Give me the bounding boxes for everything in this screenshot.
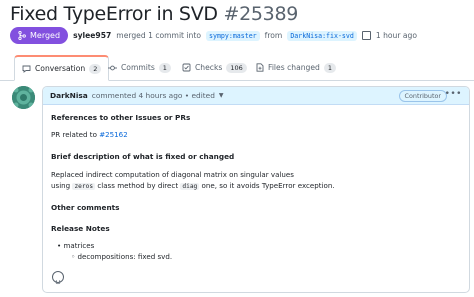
contributor-badge: Contributor [398, 90, 447, 102]
head-branch[interactable]: DarkNisa:fix-svd [287, 30, 357, 41]
tab-conversation-count: 2 [89, 63, 102, 74]
from-text: from [264, 31, 283, 40]
desc-line-1: Replaced indirect computation of diagona… [51, 170, 294, 179]
pr-title-text: Fixed TypeError in SVD [10, 3, 218, 25]
tab-checks[interactable]: Checks 106 [182, 55, 247, 80]
code-diag: diag [180, 183, 200, 190]
code-zeros: zeros [72, 183, 96, 190]
tab-files-label: Files changed [268, 63, 320, 72]
refs-heading: References to other Issues or PRs [51, 113, 191, 122]
tab-checks-label: Checks [195, 63, 223, 72]
issue-link[interactable]: #25162 [99, 130, 128, 139]
copy-icon[interactable] [361, 31, 371, 40]
pr-number: #25389 [223, 3, 299, 25]
tab-conversation[interactable]: Conversation 2 [14, 55, 110, 81]
commit-icon [108, 65, 117, 70]
pr-tabs: Conversation 2 Commits 1 Checks 106 File… [0, 55, 474, 81]
pr-meta: Merged sylee957 merged 1 commit into sym… [10, 27, 417, 44]
desc-line-2: using zeros class method by direct diag … [51, 181, 335, 190]
avatar-identicon [12, 86, 35, 109]
merger-username[interactable]: sylee957 [73, 31, 111, 40]
add-reaction-icon[interactable] [52, 271, 64, 285]
merged-badge: Merged [10, 27, 69, 44]
release-item: • matrices [57, 241, 95, 250]
tab-checks-count: 106 [226, 62, 247, 73]
pr-title: Fixed TypeError in SVD #25389 [10, 3, 298, 25]
comment-meta[interactable]: commented 4 hours ago • edited [92, 91, 215, 100]
tab-files-changed[interactable]: Files changed 1 [256, 55, 336, 80]
merge-time: 1 hour ago [375, 31, 418, 40]
refs-text: PR related to [51, 130, 97, 139]
comment-icon [22, 65, 31, 73]
desc-end: one, so it avoids TypeError exception. [201, 181, 335, 190]
comment-author[interactable]: DarkNisa [50, 91, 88, 100]
tab-files-count: 1 [323, 62, 336, 73]
edit-history-chevron-icon[interactable]: ▼ [219, 92, 224, 99]
tab-commits-label: Commits [121, 63, 155, 72]
tab-commits[interactable]: Commits 1 [108, 55, 171, 80]
desc-mid: class method by direct [97, 181, 179, 190]
release-heading: Release Notes [51, 224, 110, 233]
merged-label: Merged [30, 31, 61, 40]
merge-text: merged 1 commit into [116, 31, 201, 40]
tab-conversation-label: Conversation [35, 64, 86, 73]
release-subitem-text: decompositions: fixed svd. [77, 252, 173, 261]
kebab-menu-icon[interactable]: ••• [445, 89, 462, 99]
comment-card: DarkNisa commented 4 hours ago • edited … [42, 86, 470, 293]
release-item-text: matrices [63, 241, 95, 250]
smiley-icon [55, 280, 61, 285]
comment-header: DarkNisa commented 4 hours ago • edited … [43, 87, 469, 105]
desc-heading: Brief description of what is fixed or ch… [51, 152, 235, 161]
file-diff-icon [256, 63, 264, 72]
release-subitem: ◦ decompositions: fixed svd. [71, 252, 173, 261]
merge-icon [18, 31, 26, 40]
other-heading: Other comments [51, 203, 120, 212]
desc-using: using [51, 181, 71, 190]
tab-commits-count: 1 [158, 62, 171, 73]
avatar[interactable] [12, 86, 35, 109]
refs-line: PR related to #25162 [51, 130, 128, 139]
base-branch[interactable]: sympy:master [206, 30, 260, 41]
checklist-icon [182, 63, 191, 72]
